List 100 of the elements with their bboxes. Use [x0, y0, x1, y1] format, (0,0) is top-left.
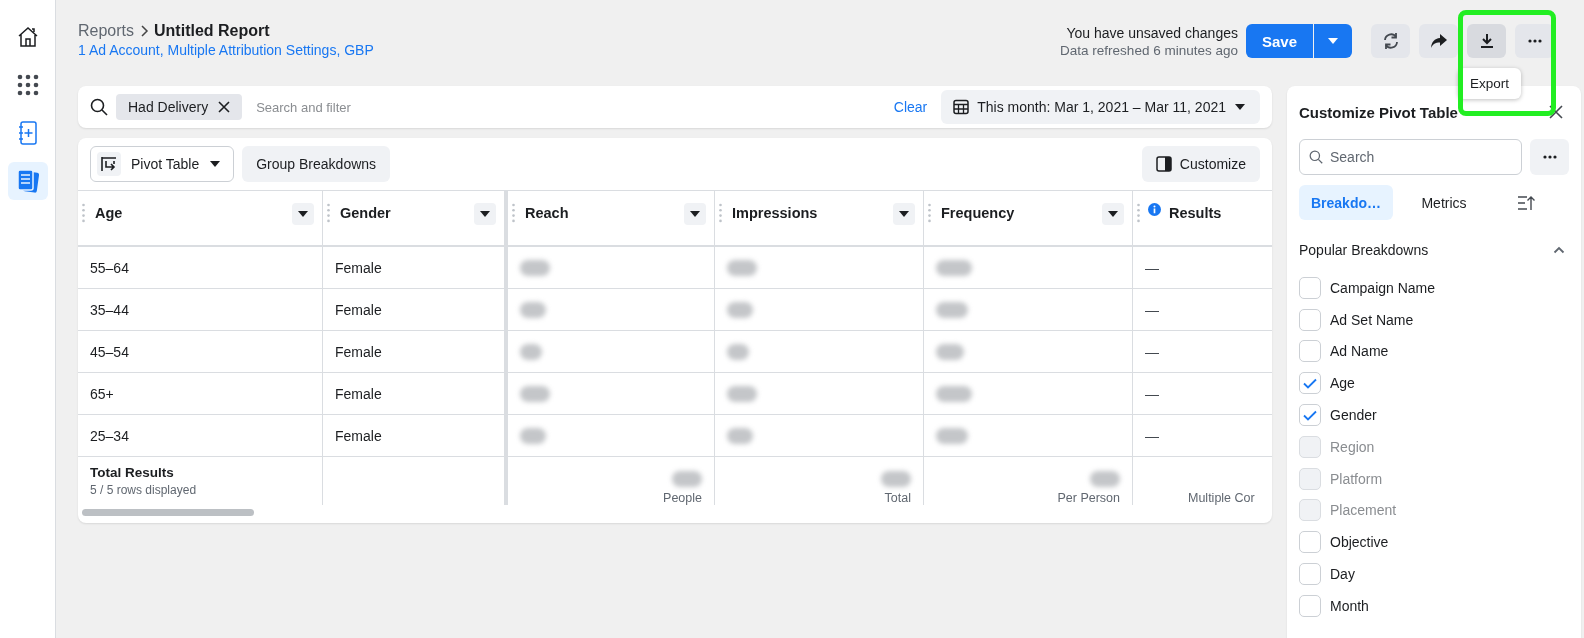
blurred-value [727, 427, 753, 444]
search-icon [90, 98, 108, 116]
checkbox[interactable] [1299, 372, 1321, 395]
save-options-button[interactable] [1314, 24, 1352, 58]
table-cell: 35–44 [90, 301, 129, 318]
table-cell: 65+ [90, 385, 114, 402]
caret-icon [1108, 211, 1118, 217]
column-header[interactable]: Age [78, 191, 323, 245]
share-arrow-icon [1429, 33, 1448, 49]
table-cell: Female [335, 343, 382, 360]
checkbox[interactable] [1299, 276, 1321, 299]
caret-icon [298, 211, 308, 217]
group-breakdowns-button[interactable]: Group Breakdowns [242, 146, 391, 182]
checkbox-label: Day [1330, 566, 1355, 583]
more-button[interactable] [1530, 139, 1569, 175]
blurred-value [727, 343, 749, 360]
table-cell: 55–64 [90, 259, 129, 276]
panel-tab[interactable]: Metrics [1397, 185, 1491, 220]
checkbox-label: Age [1330, 375, 1355, 392]
more-icon [1527, 39, 1542, 43]
drag-handle-icon [928, 203, 931, 223]
close-icon[interactable] [1549, 105, 1563, 119]
section-title: Popular Breakdowns [1299, 242, 1429, 258]
table-cell: 45–54 [90, 343, 129, 360]
blurred-value [936, 301, 968, 318]
blurred-value [520, 301, 546, 318]
drag-handle-icon [719, 203, 722, 223]
blurred-value [881, 471, 911, 487]
breadcrumb-link[interactable]: Reports [78, 22, 135, 40]
blurred-value [936, 259, 972, 276]
column-menu-button[interactable] [474, 203, 496, 225]
blurred-value [936, 343, 964, 360]
blurred-value [520, 259, 550, 276]
section-header[interactable]: Popular Breakdowns [1299, 242, 1569, 258]
pivot-icon [97, 152, 121, 176]
scrollbar-thumb[interactable] [82, 509, 254, 517]
filter-chip[interactable]: Had Delivery [116, 94, 243, 120]
reports-nav-button[interactable] [7, 162, 48, 200]
checkbox[interactable] [1299, 531, 1321, 554]
checkbox-label: Region [1330, 438, 1375, 455]
checkbox-label: Ad Set Name [1330, 311, 1414, 328]
refresh-icon [1381, 32, 1400, 50]
column-header[interactable]: Reach [505, 191, 715, 245]
column-header[interactable]: Frequency [924, 191, 1133, 245]
checkbox-label: Platform [1330, 470, 1383, 487]
check-icon [1303, 409, 1317, 421]
caret-icon [1234, 103, 1246, 111]
panel-tab[interactable]: Breakdo… [1299, 185, 1393, 220]
table-cell: Female [335, 385, 382, 402]
clear-link[interactable]: Clear [893, 99, 928, 115]
drag-handle-icon [82, 203, 85, 223]
blurred-value [520, 427, 546, 444]
total-unit: Total [884, 491, 911, 505]
checkbox-label: Objective [1330, 534, 1389, 551]
checkbox[interactable] [1299, 404, 1321, 427]
column-menu-button[interactable] [1102, 203, 1124, 225]
caret-icon [480, 211, 490, 217]
panel-icon [1155, 156, 1172, 172]
drag-handle-icon [1137, 203, 1140, 223]
date-range-button[interactable]: This month: Mar 1, 2021 – Mar 11, 2021 [941, 90, 1260, 124]
share-button[interactable] [1419, 24, 1458, 58]
table-cell: — [1145, 385, 1159, 402]
checkbox[interactable] [1299, 340, 1321, 363]
column-header[interactable]: Impressions [715, 191, 924, 245]
blurred-value [936, 385, 972, 402]
download-icon [1478, 33, 1495, 49]
more-button[interactable] [1515, 24, 1554, 58]
export-button[interactable] [1467, 24, 1506, 58]
caret-icon [690, 211, 700, 217]
table-cell: — [1145, 427, 1159, 444]
blurred-value [1090, 471, 1120, 487]
blurred-value [727, 259, 757, 276]
view-dropdown[interactable]: Pivot Table [90, 146, 235, 182]
checkbox-label: Ad Name [1330, 343, 1389, 360]
checkbox-label: Campaign Name [1330, 279, 1436, 296]
refresh-button[interactable] [1371, 24, 1410, 58]
column-header[interactable]: Gender [323, 191, 505, 245]
table-cell: 25–34 [90, 427, 129, 444]
drag-handle-icon [512, 203, 515, 223]
checkbox[interactable] [1299, 308, 1321, 331]
column-menu-button[interactable] [893, 203, 915, 225]
checkbox[interactable] [1299, 563, 1321, 586]
total-unit: Multiple Cor [1188, 491, 1255, 505]
caret-icon [1327, 37, 1339, 45]
table-cell: Female [335, 301, 382, 318]
total-unit: People [663, 491, 702, 505]
check-icon [1303, 377, 1317, 389]
column-menu-button[interactable] [684, 203, 706, 225]
checkbox[interactable] [1299, 594, 1321, 617]
search-field[interactable]: Search [1299, 139, 1522, 175]
save-button[interactable]: Save [1245, 24, 1313, 58]
blurred-value [520, 343, 542, 360]
rows-displayed-note: 5 / 5 rows displayed [90, 483, 197, 497]
sort-icon[interactable] [1517, 194, 1535, 211]
account-settings-link[interactable]: 1 Ad Account, Multiple Attribution Settings, GBP [78, 42, 374, 58]
unsaved-status: You have unsaved changes [1066, 24, 1238, 41]
info-icon [1148, 203, 1161, 216]
customize-button[interactable]: Customize [1141, 146, 1260, 182]
chevron-right-icon [139, 25, 150, 37]
column-menu-button[interactable] [292, 203, 314, 225]
